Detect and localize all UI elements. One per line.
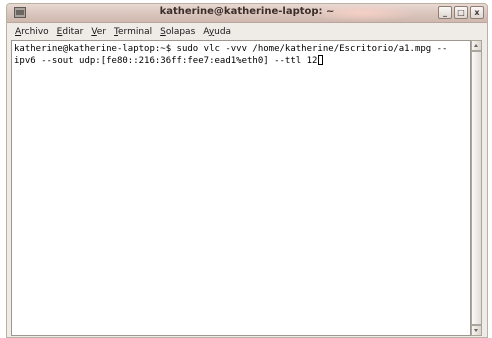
- terminal-line: katherine@katherine-laptop:~$ sudo vlc -…: [14, 44, 448, 54]
- terminal-line-text: ipv6 --sout udp:[fe80::216:36ff:fee7:ead…: [14, 56, 318, 66]
- scroll-down-arrow-icon[interactable]: [472, 325, 481, 335]
- window-controls: _ □ x: [438, 6, 484, 20]
- menu-solapas[interactable]: Solapas: [156, 27, 199, 37]
- minimize-button[interactable]: _: [438, 6, 452, 19]
- menu-editar[interactable]: Editar: [53, 27, 88, 37]
- menu-ayuda[interactable]: Ayuda: [199, 27, 235, 37]
- terminal-text-area[interactable]: katherine@katherine-laptop:~$ sudo vlc -…: [11, 40, 471, 336]
- window-title: katherine@katherine-laptop: ~: [159, 6, 335, 17]
- vertical-scrollbar[interactable]: [471, 40, 482, 336]
- title-bar[interactable]: katherine@katherine-laptop: ~ _ □ x: [7, 4, 487, 23]
- menu-bar: Archivo Editar Ver Terminal Solapas Ayud…: [7, 23, 487, 40]
- close-button[interactable]: x: [470, 6, 484, 19]
- menu-ver[interactable]: Ver: [87, 27, 110, 37]
- text-cursor: [318, 55, 324, 65]
- terminal-line: ipv6 --sout udp:[fe80::216:36ff:fee7:ead…: [14, 55, 324, 67]
- maximize-button[interactable]: □: [454, 6, 468, 19]
- scrollbar-thumb[interactable]: [472, 51, 481, 325]
- menu-terminal[interactable]: Terminal: [110, 27, 156, 37]
- terminal-window: katherine@katherine-laptop: ~ _ □ x Arch…: [6, 3, 488, 338]
- scroll-up-arrow-icon[interactable]: [472, 41, 481, 51]
- menu-archivo[interactable]: Archivo: [11, 27, 53, 37]
